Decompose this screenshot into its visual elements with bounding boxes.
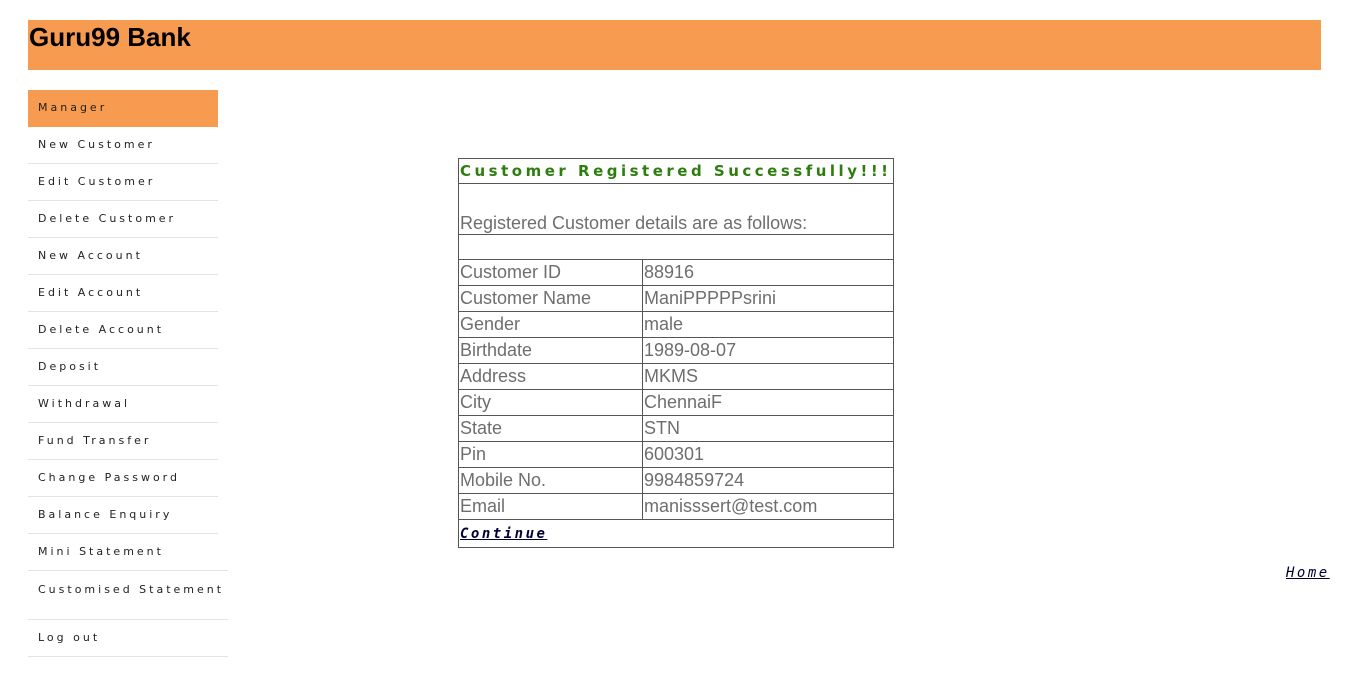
menu-item-delete-customer[interactable]: Delete Customer [28,201,218,238]
success-heading: Customer Registered Successfully!!! [458,158,894,184]
spacer-cell [458,234,894,260]
field-label: Customer Name [458,285,643,312]
continue-row: Continue [458,519,894,548]
subheading-row: Registered Customer details are as follo… [458,183,894,235]
continue-link[interactable]: Continue [460,526,547,542]
home-link[interactable]: Home [1286,565,1330,581]
field-label: Gender [458,311,643,338]
table-row: State STN [458,415,894,442]
field-label: City [458,389,643,416]
table-row: Customer ID 88916 [458,259,894,286]
field-label: Birthdate [458,337,643,364]
table-row: Address MKMS [458,363,894,390]
field-value: MKMS [642,363,894,390]
menu-item-delete-account[interactable]: Delete Account [28,312,218,349]
field-value: male [642,311,894,338]
field-value: ManiPPPPPsrini [642,285,894,312]
menu-item-deposit[interactable]: Deposit [28,349,218,386]
field-label: Pin [458,441,643,468]
field-label: State [458,415,643,442]
field-label: Customer ID [458,259,643,286]
customer-details-table: Customer Registered Successfully!!! Regi… [458,158,894,548]
table-row: City ChennaiF [458,389,894,416]
field-value: 1989-08-07 [642,337,894,364]
table-row: Mobile No. 9984859724 [458,467,894,494]
menu-item-mini-statement[interactable]: Mini Statement [28,534,228,571]
spacer-row [458,234,894,260]
menu-item-withdrawal[interactable]: Withdrawal [28,386,218,423]
menu-item-balance-enquiry[interactable]: Balance Enquiry [28,497,218,534]
menu-item-new-account[interactable]: New Account [28,238,218,275]
menu-item-edit-account[interactable]: Edit Account [28,275,218,312]
field-value: 600301 [642,441,894,468]
details-subheading: Registered Customer details are as follo… [458,183,894,235]
field-value: ChennaiF [642,389,894,416]
page-header: Guru99 Bank [28,20,1321,70]
menu-item-new-customer[interactable]: New Customer [28,127,218,164]
field-label: Address [458,363,643,390]
table-row: Gender male [458,311,894,338]
field-label: Email [458,493,643,520]
table-row: Customer Name ManiPPPPPsrini [458,285,894,312]
heading-row: Customer Registered Successfully!!! [458,158,894,184]
menu-item-fund-transfer[interactable]: Fund Transfer [28,423,218,460]
field-label: Mobile No. [458,467,643,494]
menu-item-manager[interactable]: Manager [28,90,218,127]
continue-cell: Continue [458,519,894,548]
manager-menu: Manager New Customer Edit Customer Delet… [28,90,228,657]
table-row: Birthdate 1989-08-07 [458,337,894,364]
table-row: Pin 600301 [458,441,894,468]
field-value: manisssert@test.com [642,493,894,520]
menu-item-edit-customer[interactable]: Edit Customer [28,164,218,201]
bank-brand-title: Guru99 Bank [29,22,191,52]
table-row: Email manisssert@test.com [458,493,894,520]
field-value: 88916 [642,259,894,286]
menu-item-customised-statement[interactable]: Customised Statement [28,571,228,620]
menu-item-change-password[interactable]: Change Password [28,460,218,497]
field-value: 9984859724 [642,467,894,494]
field-value: STN [642,415,894,442]
menu-item-log-out[interactable]: Log out [28,620,228,657]
